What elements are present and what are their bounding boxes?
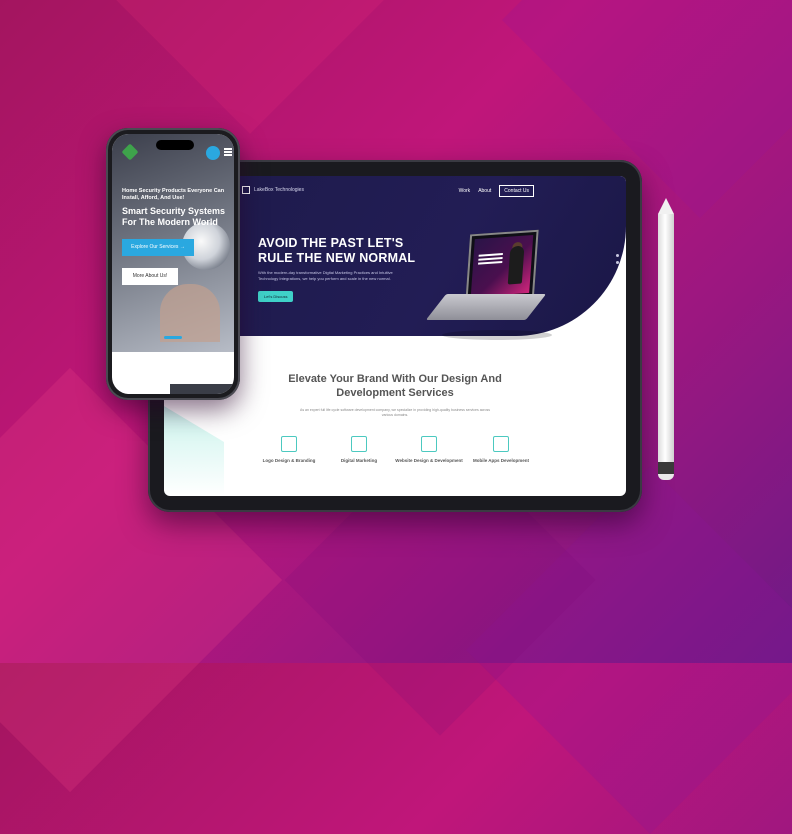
laptop-keyboard <box>425 294 547 320</box>
brand-name: LakeBox Technologies <box>254 187 304 193</box>
laptop-image <box>424 229 574 352</box>
phone-hero: Home Security Products Everyone Can Inst… <box>112 134 234 352</box>
nav-link-work[interactable]: Work <box>459 188 471 194</box>
phone-subtitle: Home Security Products Everyone Can Inst… <box>122 188 225 201</box>
service-label: Logo Design & Branding <box>262 458 316 463</box>
services-title: Elevate Your Brand With Our Design And D… <box>288 373 502 399</box>
bottom-image-strip <box>170 384 234 394</box>
service-label: Mobile Apps Development <box>472 458 530 463</box>
contact-button[interactable]: Contact Us <box>499 185 534 197</box>
service-label: Digital Marketing <box>340 458 378 463</box>
hero-text: With the modern-day transformative Digit… <box>258 270 393 281</box>
top-nav: Work About Contact Us <box>459 185 534 197</box>
explore-services-label: Explore Our Services <box>131 244 179 250</box>
logo-icon <box>242 186 250 194</box>
more-about-button[interactable]: More About Us! <box>122 268 178 285</box>
decorative-shape <box>164 406 224 496</box>
discuss-button[interactable]: Let's Discuss <box>258 291 294 302</box>
phone-screen: Home Security Products Everyone Can Inst… <box>112 134 234 394</box>
explore-services-button[interactable]: Explore Our Services → <box>122 239 194 256</box>
slider-dot[interactable] <box>616 254 619 257</box>
service-label: Website Design & Development <box>395 458 463 463</box>
services-text: As an expert full life cycle software de… <box>300 408 490 417</box>
service-item[interactable]: Logo Design & Branding <box>254 436 324 464</box>
hand-image <box>160 284 220 342</box>
website-design-icon <box>421 436 437 452</box>
site-logo[interactable]: LakeBox Technologies <box>242 186 304 194</box>
phone-title: Smart Security Systems For The Modern Wo… <box>122 206 226 227</box>
digital-marketing-icon <box>351 436 367 452</box>
hamburger-menu-icon[interactable] <box>224 148 232 150</box>
arrow-right-icon: → <box>179 244 185 250</box>
slider-indicator[interactable] <box>164 336 182 339</box>
laptop-screen <box>465 229 539 303</box>
mobile-apps-icon <box>493 436 509 452</box>
background-facet <box>66 0 434 134</box>
slider-dot[interactable] <box>616 261 619 264</box>
dynamic-island <box>156 140 194 150</box>
hero-title: AVOID THE PAST LET'S RULE THE NEW NORMAL <box>258 236 416 265</box>
service-item[interactable]: Digital Marketing <box>324 436 394 464</box>
logo-design-icon <box>281 436 297 452</box>
stylus-pencil <box>658 198 674 480</box>
phone-device: Home Security Products Everyone Can Inst… <box>106 128 240 400</box>
nav-link-about[interactable]: About <box>478 188 491 194</box>
phone-call-icon[interactable] <box>206 146 220 160</box>
service-item[interactable]: Website Design & Development <box>394 436 464 464</box>
slider-dots[interactable] <box>616 254 619 268</box>
service-item[interactable]: Mobile Apps Development <box>466 436 536 464</box>
